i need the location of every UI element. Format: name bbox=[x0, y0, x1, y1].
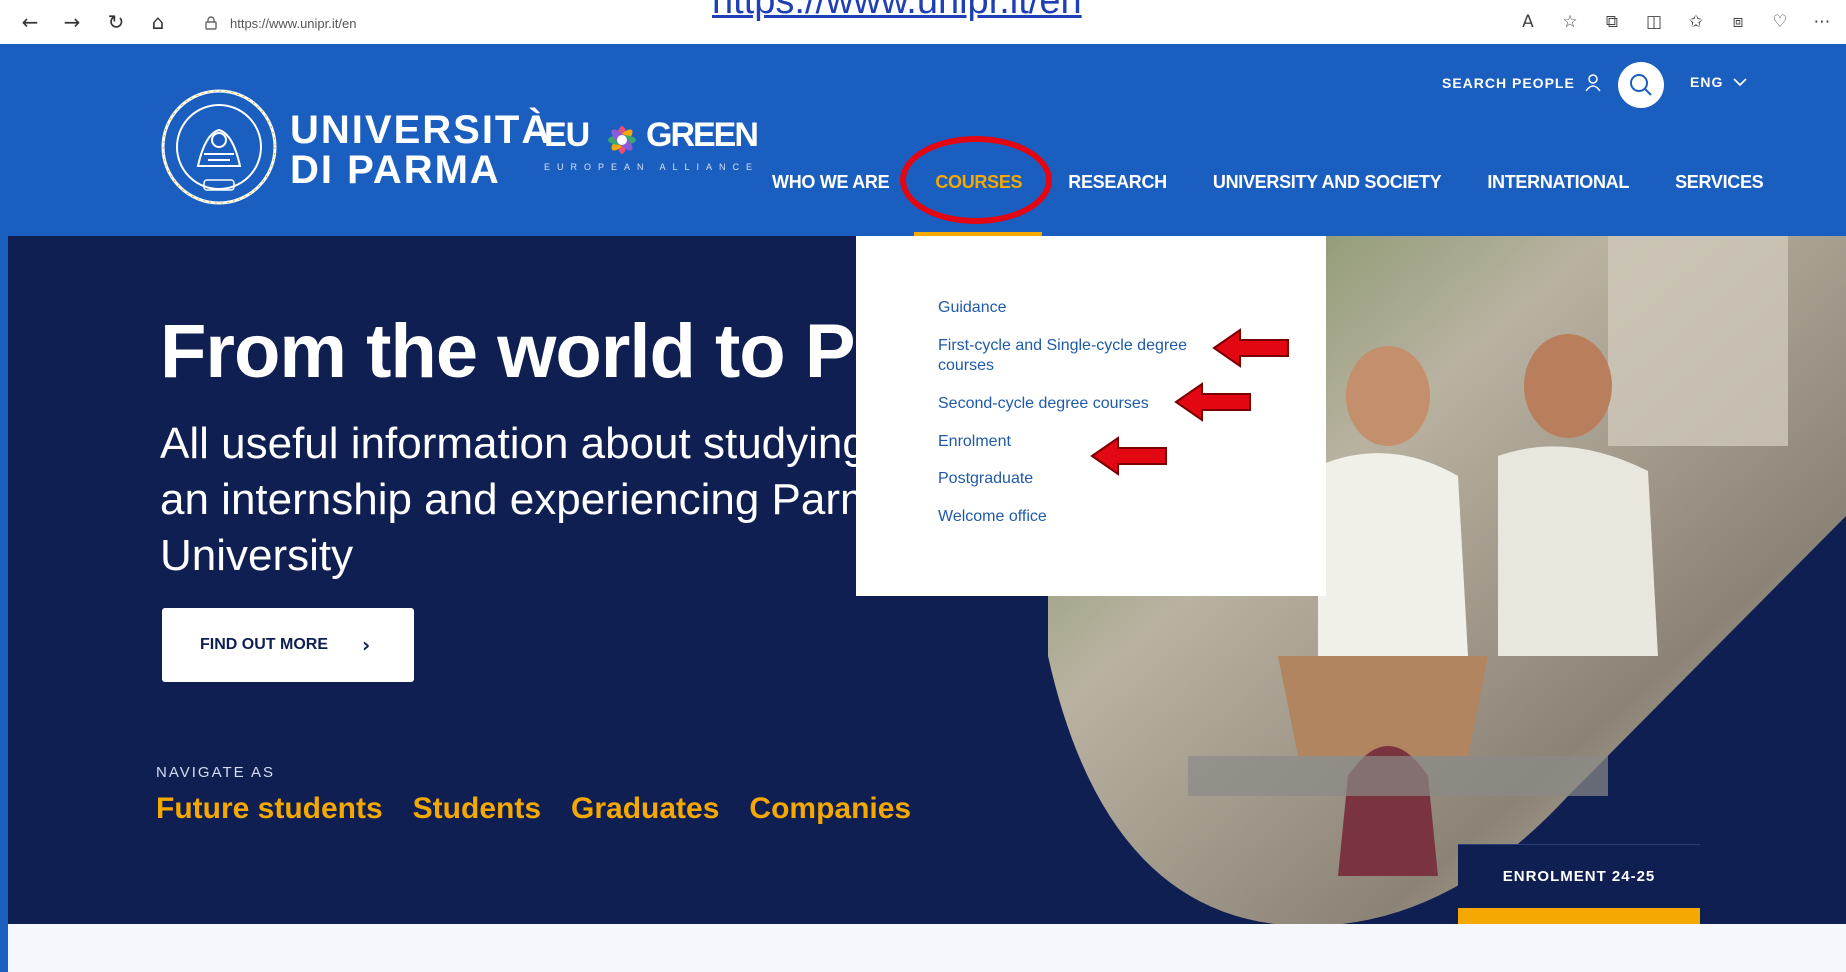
eu-green-logo[interactable]: EU GREEN EUROPEAN ALLIANCE bbox=[544, 116, 759, 176]
search-people-label: SEARCH PEOPLE bbox=[1442, 75, 1575, 91]
back-icon[interactable]: ← bbox=[18, 10, 42, 34]
audience-graduates[interactable]: Graduates bbox=[571, 792, 719, 826]
search-button[interactable] bbox=[1618, 62, 1664, 108]
nav-university-and-society[interactable]: UNIVERSITY AND SOCIETY bbox=[1213, 172, 1442, 193]
home-icon[interactable]: ⌂ bbox=[146, 10, 170, 34]
language-selector[interactable]: ENG bbox=[1690, 74, 1747, 90]
university-seal-icon[interactable] bbox=[160, 88, 278, 206]
address-bar[interactable]: https://www.unipr.it/en bbox=[186, 9, 686, 37]
more-menu-icon[interactable]: ⋯ bbox=[1810, 10, 1834, 34]
navigate-as-label: NAVIGATE AS bbox=[156, 764, 275, 781]
collections-icon[interactable]: ⧈ bbox=[1726, 10, 1750, 34]
browser-tools: A ☆ ⧉ ◫ ✩ ⧈ ♡ ⋯ bbox=[1516, 10, 1834, 34]
favorites-icon[interactable]: ✩ bbox=[1684, 10, 1708, 34]
language-label: ENG bbox=[1690, 74, 1724, 90]
audience-links: Future students Students Graduates Compa… bbox=[156, 792, 911, 826]
health-icon[interactable]: ♡ bbox=[1768, 10, 1792, 34]
alliance-tagline: EUROPEAN ALLIANCE bbox=[544, 162, 760, 172]
favorite-star-icon[interactable]: ☆ bbox=[1558, 10, 1582, 34]
university-name-line1: UNIVERSITÀ bbox=[290, 108, 553, 152]
split-screen-icon[interactable]: ◫ bbox=[1642, 10, 1666, 34]
search-people-link[interactable]: SEARCH PEOPLE bbox=[1442, 74, 1601, 92]
find-out-more-label: FIND OUT MORE bbox=[200, 636, 328, 653]
university-name[interactable]: UNIVERSITÀ DI PARMA bbox=[290, 110, 552, 190]
url-annotation-text: https://www.unipr.it/en bbox=[712, 0, 1082, 22]
audience-future-students[interactable]: Future students bbox=[156, 792, 383, 826]
reload-icon[interactable]: ↻ bbox=[104, 10, 128, 34]
university-name-line2: DI PARMA bbox=[290, 148, 501, 192]
forward-icon[interactable]: → bbox=[60, 10, 84, 34]
menu-item-first-cycle[interactable]: First-cycle and Single-cycle degree cour… bbox=[938, 336, 1208, 376]
browser-toolbar: ← → ↻ ⌂ https://www.unipr.it/en https://… bbox=[0, 0, 1846, 44]
nav-who-we-are[interactable]: WHO WE ARE bbox=[772, 172, 890, 193]
extensions-icon[interactable]: ⧉ bbox=[1600, 10, 1624, 34]
chevron-down-icon bbox=[1733, 78, 1747, 87]
flower-icon bbox=[608, 126, 636, 154]
annotation-arrow-icon bbox=[1090, 436, 1167, 476]
nav-services[interactable]: SERVICES bbox=[1675, 172, 1764, 193]
annotation-arrow-icon bbox=[1174, 382, 1251, 422]
eu-logo-text: EU bbox=[544, 116, 590, 154]
read-aloud-icon[interactable]: A bbox=[1516, 10, 1540, 34]
audience-companies[interactable]: Companies bbox=[749, 792, 911, 826]
person-icon bbox=[1585, 74, 1601, 92]
enrolment-button[interactable]: ENROLMENT 24-25 bbox=[1458, 844, 1700, 908]
nav-research[interactable]: RESEARCH bbox=[1068, 172, 1167, 193]
find-out-more-button[interactable]: FIND OUT MORE › bbox=[162, 608, 414, 682]
url-text: https://www.unipr.it/en bbox=[230, 15, 357, 31]
web-page: UNIVERSITÀ DI PARMA EU GREEN EUROPEAN AL… bbox=[8, 44, 1846, 972]
lock-icon bbox=[205, 16, 217, 30]
nav-international[interactable]: INTERNATIONAL bbox=[1487, 172, 1629, 193]
green-logo-text: GREEN bbox=[646, 116, 759, 154]
annotation-arrow-icon bbox=[1212, 328, 1289, 368]
menu-item-welcome-office[interactable]: Welcome office bbox=[938, 507, 1208, 527]
audience-students[interactable]: Students bbox=[413, 792, 541, 826]
search-icon bbox=[1630, 74, 1652, 96]
menu-item-second-cycle[interactable]: Second-cycle degree courses bbox=[938, 394, 1208, 414]
chevron-right-icon: › bbox=[362, 633, 371, 657]
courses-dropdown-menu: Guidance First-cycle and Single-cycle de… bbox=[856, 236, 1326, 596]
url-annotation-banner: https://www.unipr.it/en bbox=[692, 0, 1220, 30]
annotation-circle bbox=[900, 136, 1052, 224]
below-fold-section bbox=[8, 924, 1846, 972]
menu-item-guidance[interactable]: Guidance bbox=[938, 298, 1208, 318]
